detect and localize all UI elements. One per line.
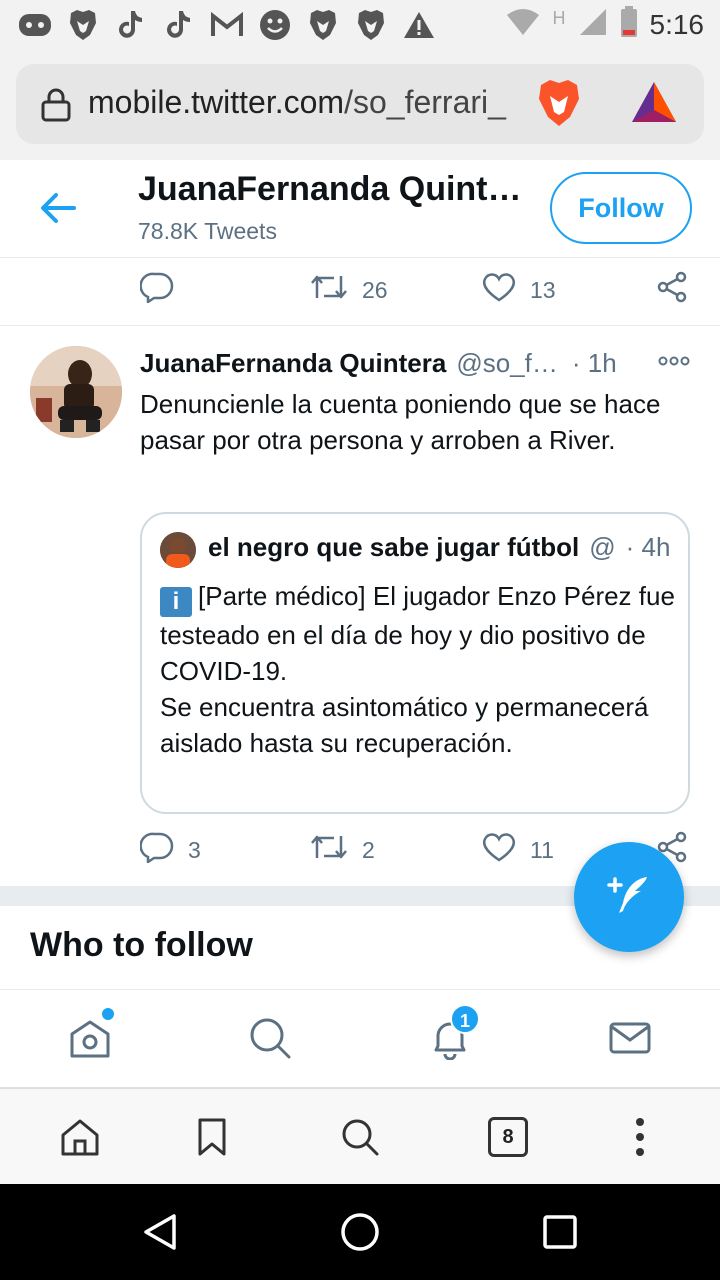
tweet-text: Denuncienle la cuenta poniendo que se ha… [140, 389, 661, 455]
status-bar: H 5:16 [0, 0, 720, 52]
retweet-button[interactable]: 2 [310, 818, 375, 882]
notifications-tab[interactable]: 1 [428, 1004, 480, 1065]
profile-name: JuanaFernanda Quint… [138, 170, 522, 208]
url-path: /so_ferrari_ [344, 84, 506, 120]
tweet-count: 78.8K Tweets [138, 218, 277, 244]
back-arrow-icon[interactable] [38, 190, 78, 231]
warning-icon [402, 8, 436, 42]
home-tab[interactable] [68, 1008, 114, 1065]
like-count: 11 [530, 836, 554, 863]
browser-search-button[interactable] [340, 1117, 380, 1162]
messages-tab[interactable] [608, 1016, 652, 1065]
home-icon [60, 1119, 100, 1161]
brave-icon [354, 8, 388, 42]
url-text[interactable]: mobile.twitter.com/so_ferrari_ [88, 84, 528, 121]
quoted-author-name: el negro que sabe jugar fútbol [208, 532, 580, 562]
quoted-text-line2: Se encuentra asintomático y permanecerá … [160, 692, 649, 758]
recents-square-icon [540, 1215, 580, 1256]
quoted-tweet[interactable]: el negro que sabe jugar fútbol @ · 4h i[… [140, 512, 690, 814]
search-tab[interactable] [248, 1016, 292, 1065]
brave-shields-icon[interactable] [536, 78, 582, 133]
tweet-author-handle[interactable]: @so_f… [456, 348, 558, 379]
signal-icon [578, 7, 608, 42]
compose-feather-icon [605, 871, 653, 924]
browser-menu-button[interactable] [632, 1117, 648, 1162]
system-status: H 5:16 [505, 6, 705, 43]
tabs-button[interactable]: 8 [488, 1117, 528, 1157]
reply-button[interactable] [139, 258, 188, 322]
browser-toolbar: mobile.twitter.com/so_ferrari_ [0, 52, 720, 160]
mail-icon [608, 1022, 652, 1064]
gmail-icon [210, 8, 244, 42]
notifications-badge: 1 [450, 1004, 480, 1034]
like-button[interactable]: 13 [482, 258, 556, 322]
notification-icons [18, 8, 436, 42]
prev-tweet-actions: 26 13 [0, 258, 720, 326]
quoted-avatar[interactable] [160, 532, 196, 568]
tiktok-icon [162, 8, 196, 42]
retweet-button[interactable]: 26 [310, 258, 388, 322]
home-unread-dot [102, 1008, 114, 1020]
reply-count: 3 [188, 836, 201, 863]
search-icon [340, 1119, 380, 1161]
tweet[interactable]: JuanaFernanda Quintera @so_f… · 1h Denun… [0, 326, 720, 886]
clock: 5:16 [649, 8, 705, 40]
android-nav-bar [0, 1184, 720, 1280]
profile-header: JuanaFernanda Quint… 78.8K Tweets Follow [0, 160, 720, 258]
quoted-time: · 4h [625, 532, 671, 562]
more-vertical-icon [632, 1118, 648, 1161]
address-bar[interactable]: mobile.twitter.com/so_ferrari_ [16, 64, 704, 144]
search-icon [248, 1018, 292, 1064]
back-triangle-icon [140, 1214, 180, 1256]
who-to-follow-title: Who to follow [30, 926, 253, 964]
url-host: mobile.twitter.com [88, 84, 345, 120]
brave-rewards-icon[interactable] [630, 80, 678, 129]
tweet-time[interactable]: · 1h [572, 348, 617, 379]
android-back-button[interactable] [140, 1212, 180, 1257]
browser-home-button[interactable] [60, 1117, 100, 1162]
compose-tweet-button[interactable] [574, 842, 684, 952]
quoted-author-handle: @ [589, 532, 616, 562]
quoted-header: el negro que sabe jugar fútbol @ · 4h [208, 532, 670, 563]
quoted-text: i [Parte médico] El jugador Enzo Pérez fu… [160, 578, 680, 761]
bookmark-icon [196, 1118, 228, 1161]
reply-button[interactable]: 3 [139, 818, 201, 882]
tiktok-icon [114, 8, 148, 42]
emoji-icon [258, 8, 292, 42]
heart-icon [482, 272, 516, 308]
quoted-text-line1: [Parte médico] El jugador Enzo Pérez fue… [160, 581, 675, 686]
home-icon [68, 1020, 112, 1064]
bookmark-button[interactable] [196, 1117, 228, 1162]
brave-icon [66, 8, 100, 42]
android-home-button[interactable] [340, 1212, 380, 1257]
network-type-label: H [552, 8, 566, 28]
browser-bottom-bar: 8 [0, 1088, 720, 1184]
wifi-icon [505, 7, 541, 42]
like-button[interactable]: 11 [482, 818, 554, 882]
retweet-count: 2 [362, 836, 375, 863]
information-icon: i [160, 587, 192, 617]
more-icon[interactable] [658, 354, 690, 372]
avatar[interactable] [30, 346, 122, 438]
bell-icon [428, 1022, 472, 1064]
tweet-author-name[interactable]: JuanaFernanda Quintera [140, 348, 446, 379]
battery-icon [620, 6, 638, 43]
share-icon [656, 271, 688, 309]
discord-icon [18, 8, 52, 42]
lock-icon [40, 88, 72, 127]
tweet-header: JuanaFernanda Quintera @so_f… · 1h [140, 348, 700, 379]
twitter-bottom-nav: 1 [0, 990, 720, 1088]
reply-icon [139, 831, 174, 869]
heart-icon [482, 832, 516, 868]
share-button[interactable] [656, 258, 688, 322]
retweet-count: 26 [362, 276, 388, 303]
home-circle-icon [340, 1213, 380, 1256]
follow-button[interactable]: Follow [550, 172, 692, 244]
android-recents-button[interactable] [540, 1212, 580, 1257]
brave-icon [306, 8, 340, 42]
like-count: 13 [530, 276, 556, 303]
reply-icon [139, 271, 174, 309]
retweet-icon [310, 832, 348, 868]
retweet-icon [310, 272, 348, 308]
